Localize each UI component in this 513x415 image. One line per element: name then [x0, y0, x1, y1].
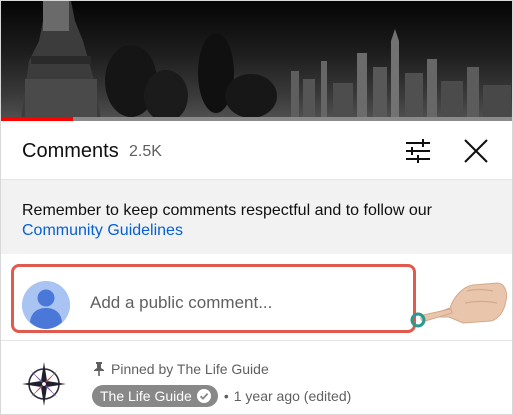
- pinned-comment: Pinned by The Life Guide The Life Guide …: [1, 341, 512, 414]
- pinned-by-line: Pinned by The Life Guide: [93, 361, 269, 377]
- video-player[interactable]: [1, 1, 512, 119]
- guidelines-text-block: Remember to keep comments respectful and…: [22, 201, 502, 241]
- sliders-icon: [406, 139, 430, 163]
- highlight-box: [11, 264, 416, 333]
- close-comments-button[interactable]: [459, 134, 493, 168]
- author-badge[interactable]: The Life Guide: [92, 385, 218, 407]
- comments-count: 2.5K: [129, 143, 162, 160]
- pinned-by-text: Pinned by The Life Guide: [111, 361, 269, 377]
- channel-avatar-compass-icon[interactable]: [21, 361, 67, 407]
- author-name: The Life Guide: [100, 388, 192, 404]
- pointing-hand-icon: [410, 282, 507, 328]
- comments-header: Comments 2.5K: [1, 121, 512, 180]
- community-guidelines-link[interactable]: Community Guidelines: [22, 222, 183, 239]
- comment-time: 1 year ago (edited): [233, 388, 352, 404]
- close-icon: [464, 139, 488, 163]
- video-frame-image: [21, 1, 511, 119]
- verified-check-icon: [196, 389, 211, 403]
- sort-filter-button[interactable]: [401, 134, 435, 168]
- meta-separator: •: [223, 388, 229, 404]
- guidelines-notice: Remember to keep comments respectful and…: [1, 180, 512, 254]
- add-comment-row[interactable]: [1, 255, 512, 341]
- comment-meta: The Life Guide • 1 year ago (edited): [92, 385, 351, 407]
- guidelines-text: Remember to keep comments respectful and…: [22, 202, 432, 219]
- pin-icon: [94, 362, 104, 376]
- comments-title: Comments: [22, 140, 119, 162]
